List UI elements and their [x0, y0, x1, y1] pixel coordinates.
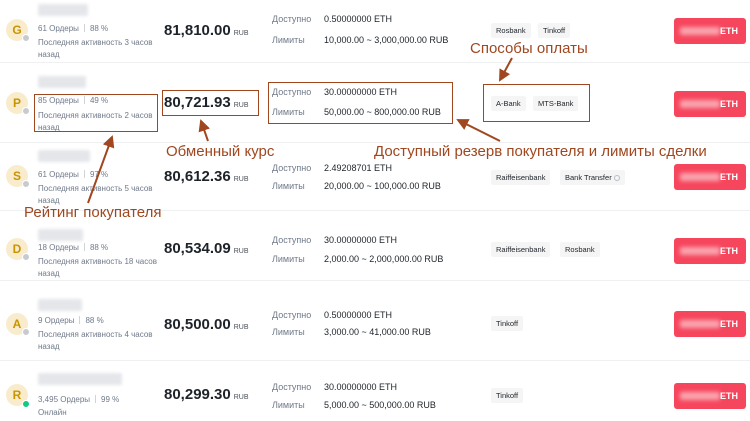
arrow-to-rating-box [87, 135, 115, 204]
arrow-to-payment-box [499, 57, 513, 82]
arrow-to-reserve-box [456, 119, 501, 142]
annotation-arrows [87, 57, 513, 204]
arrow-to-rate-box [198, 119, 210, 142]
